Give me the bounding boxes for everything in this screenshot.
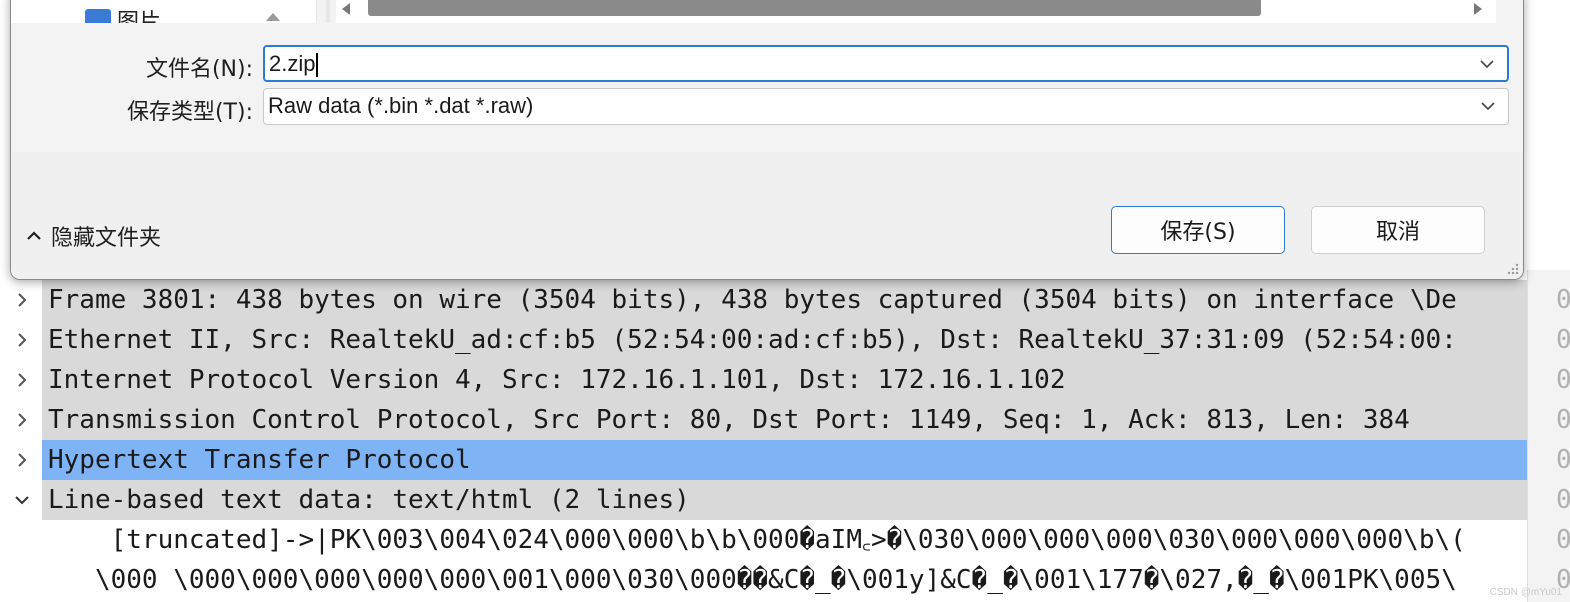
file-type-value: Raw data (*.bin *.dat *.raw): [268, 93, 534, 118]
tree-row-label: Ethernet II, Src: RealtekU_ad:cf:b5 (52:…: [42, 320, 1527, 360]
chevron-right-icon[interactable]: [12, 280, 32, 320]
file-type-label: 保存类型(T):: [126, 100, 253, 125]
pictures-folder-icon: [85, 9, 111, 23]
horizontal-scrollbar[interactable]: [336, 0, 1496, 23]
nav-item-label[interactable]: 图片: [117, 4, 161, 23]
chevron-right-icon[interactable]: [12, 400, 32, 440]
chevron-right-icon[interactable]: [12, 360, 32, 400]
tree-row-tcp[interactable]: Transmission Control Protocol, Src Port:…: [0, 400, 1527, 440]
bytes-digit: 0: [1556, 360, 1570, 400]
tree-row-label: Internet Protocol Version 4, Src: 172.16…: [42, 360, 1527, 400]
scroll-up-arrow-icon[interactable]: [266, 13, 280, 21]
chevron-down-icon[interactable]: [12, 480, 32, 520]
bytes-digit: 0: [1556, 520, 1570, 560]
navigation-pane[interactable]: 图片: [11, 0, 317, 23]
hide-folders-toggle[interactable]: 隐藏文件夹: [25, 219, 161, 253]
bytes-digit: 0: [1556, 440, 1570, 480]
tree-row-frame[interactable]: Frame 3801: 438 bytes on wire (3504 bits…: [0, 280, 1527, 320]
file-type-select[interactable]: Raw data (*.bin *.dat *.raw): [263, 88, 1509, 125]
tree-row-label: \000 \000\000\000\000\000\001\000\030\00…: [42, 560, 1527, 600]
chevron-up-icon: [27, 231, 41, 240]
save-button[interactable]: 保存(S): [1111, 206, 1285, 254]
bytes-digit: 0: [1556, 320, 1570, 360]
scrollbar-thumb[interactable]: [368, 0, 1261, 16]
file-name-label: 文件名(N):: [145, 57, 253, 82]
dialog-footer: [11, 152, 1523, 279]
tree-row-label: Hypertext Transfer Protocol: [42, 440, 1527, 480]
tree-row-label: Frame 3801: 438 bytes on wire (3504 bits…: [42, 280, 1527, 320]
hide-folders-label: 隐藏文件夹: [51, 226, 162, 251]
chevron-down-icon[interactable]: [1479, 56, 1495, 72]
tree-row-ethernet[interactable]: Ethernet II, Src: RealtekU_ad:cf:b5 (52:…: [0, 320, 1527, 360]
bytes-digit: 0: [1556, 480, 1570, 520]
tree-row-data-line-1[interactable]: [truncated]->|PK\003\004\024\000\000\b\b…: [0, 520, 1527, 560]
text-caret: [316, 53, 319, 78]
tree-row-data-line-2[interactable]: \000 \000\000\000\000\000\001\000\030\00…: [0, 560, 1527, 600]
tree-row-ipv4[interactable]: Internet Protocol Version 4, Src: 172.16…: [0, 360, 1527, 400]
scroll-right-arrow-icon[interactable]: [1474, 3, 1482, 15]
bytes-digit: 0: [1556, 400, 1570, 440]
file-name-input[interactable]: 2.zip: [263, 45, 1509, 82]
save-file-dialog: 图片 文件名(N): 2.zip 保存类型(T): Raw data (*.bi…: [10, 0, 1524, 280]
chevron-right-icon[interactable]: [12, 320, 32, 360]
tree-row-label: Transmission Control Protocol, Src Port:…: [42, 400, 1527, 440]
tree-row-http[interactable]: Hypertext Transfer Protocol: [0, 440, 1527, 480]
tree-row-label: Line-based text data: text/html (2 lines…: [42, 480, 1527, 520]
pane-divider[interactable]: [326, 0, 330, 23]
tree-row-line-based-text[interactable]: Line-based text data: text/html (2 lines…: [0, 480, 1527, 520]
bytes-digit: 0: [1556, 280, 1570, 320]
scroll-left-arrow-icon[interactable]: [342, 3, 350, 15]
resize-grip-icon[interactable]: [1505, 261, 1519, 275]
chevron-down-icon[interactable]: [1480, 98, 1496, 114]
cancel-button[interactable]: 取消: [1311, 206, 1485, 254]
file-name-value: 2.zip: [269, 47, 319, 81]
watermark: CSDN @mYu01: [1489, 587, 1562, 598]
packet-bytes-pane[interactable]: 0 0 0 0 0 0 0 0: [1527, 270, 1570, 602]
tree-row-label: [truncated]->|PK\003\004\024\000\000\b\b…: [42, 520, 1527, 560]
chevron-right-icon[interactable]: [12, 440, 32, 480]
